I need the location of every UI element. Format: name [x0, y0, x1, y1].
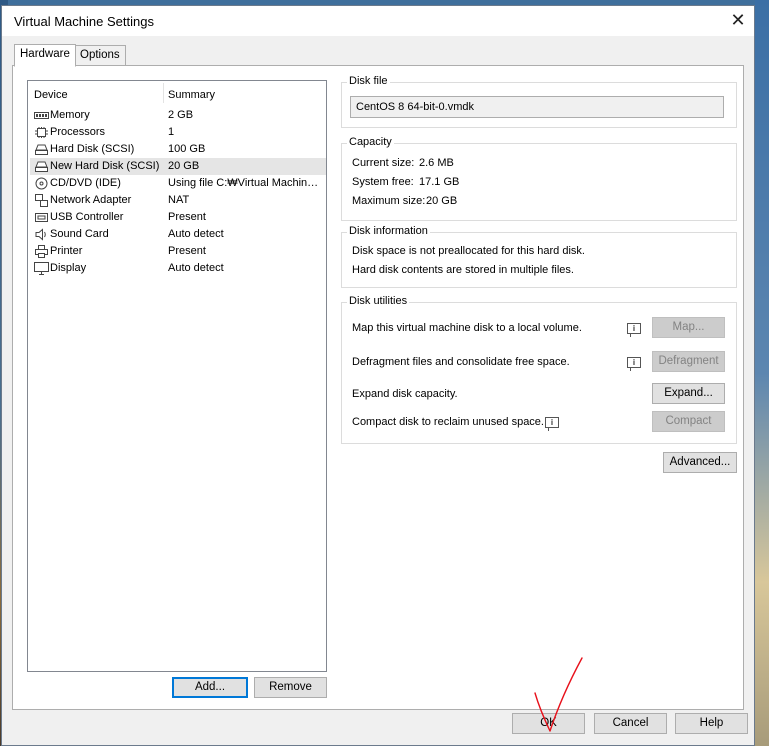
disk-file-group: Disk file CentOS 8 64-bit-0.vmdk	[341, 75, 737, 128]
device-summary: 1	[168, 126, 175, 138]
device-row-printer[interactable]: Printer Present	[30, 243, 326, 260]
ok-button[interactable]: OK	[512, 713, 585, 734]
device-summary: 100 GB	[168, 143, 206, 155]
hard-disk-icon	[35, 161, 48, 172]
device-name: New Hard Disk (SCSI)	[50, 160, 160, 172]
map-description: Map this virtual machine disk to a local…	[352, 322, 582, 334]
usb-icon	[35, 213, 48, 222]
device-name: Display	[50, 262, 87, 274]
device-summary: 2 GB	[168, 109, 194, 121]
capacity-title: Capacity	[347, 136, 394, 148]
info-icon[interactable]: i	[627, 323, 641, 337]
disk-file-title: Disk file	[347, 75, 390, 87]
disk-utilities-title: Disk utilities	[347, 295, 410, 307]
column-divider[interactable]	[163, 83, 164, 103]
maximum-size-value: 20 GB	[426, 195, 458, 207]
device-summary: NAT	[168, 194, 190, 206]
device-name: Processors	[50, 126, 106, 138]
system-free-label: System free:	[352, 176, 414, 188]
device-name: USB Controller	[50, 211, 124, 223]
device-name: CD/DVD (IDE)	[50, 177, 121, 189]
compact-button[interactable]: Compact	[652, 411, 725, 432]
device-row-cd-dvd[interactable]: CD/DVD (IDE) Using file C:₩Virtual Machi…	[30, 175, 326, 192]
network-adapter-icon	[35, 194, 48, 207]
hard-disk-icon	[35, 144, 48, 155]
disk-information-title: Disk information	[347, 225, 430, 237]
speaker-icon	[35, 228, 46, 241]
compact-description: Compact disk to reclaim unused space.	[352, 416, 544, 428]
device-summary: Using file C:₩Virtual Machin…	[168, 177, 319, 189]
device-row-new-hard-disk[interactable]: New Hard Disk (SCSI) 20 GB	[30, 158, 326, 175]
advanced-button[interactable]: Advanced...	[663, 452, 737, 473]
disk-utilities-group: Disk utilities Map this virtual machine …	[341, 295, 737, 444]
device-row-memory[interactable]: Memory 2 GB	[30, 107, 326, 124]
cancel-button[interactable]: Cancel	[594, 713, 667, 734]
info-icon[interactable]: i	[627, 357, 641, 371]
disk-info-line-2: Hard disk contents are stored in multipl…	[352, 264, 574, 276]
device-row-display[interactable]: Display Auto detect	[30, 260, 326, 277]
memory-icon	[34, 112, 49, 119]
desktop-background-right	[755, 0, 769, 746]
disk-file-path-field[interactable]: CentOS 8 64-bit-0.vmdk	[350, 96, 724, 118]
device-name: Network Adapter	[50, 194, 132, 206]
close-icon[interactable]: ✕	[726, 10, 750, 32]
device-column-header[interactable]: Device	[34, 89, 68, 101]
defragment-description: Defragment files and consolidate free sp…	[352, 356, 570, 368]
device-row-processors[interactable]: Processors 1	[30, 124, 326, 141]
device-name: Sound Card	[50, 228, 109, 240]
device-summary: Present	[168, 245, 206, 257]
settings-dialog: Virtual Machine Settings ✕ Hardware Opti…	[1, 5, 755, 746]
defragment-button[interactable]: Defragment	[652, 351, 725, 372]
capacity-group: Capacity Current size: 2.6 MB System fre…	[341, 136, 737, 221]
disk-information-group: Disk information Disk space is not preal…	[341, 225, 737, 288]
printer-icon	[35, 245, 48, 258]
device-row-hard-disk[interactable]: Hard Disk (SCSI) 100 GB	[30, 141, 326, 158]
expand-description: Expand disk capacity.	[352, 388, 458, 400]
disk-info-line-1: Disk space is not preallocated for this …	[352, 245, 585, 257]
map-button[interactable]: Map...	[652, 317, 725, 338]
device-name: Hard Disk (SCSI)	[50, 143, 135, 155]
monitor-icon	[34, 262, 49, 275]
device-list[interactable]: Device Summary Memory 2 GB Processors 1 …	[27, 80, 327, 672]
current-size-label: Current size:	[352, 157, 415, 169]
system-free-value: 17.1 GB	[419, 176, 460, 188]
device-summary: 20 GB	[168, 160, 200, 172]
maximum-size-label: Maximum size:	[352, 195, 426, 207]
current-size-value: 2.6 MB	[419, 157, 454, 169]
device-row-sound-card[interactable]: Sound Card Auto detect	[30, 226, 326, 243]
window-title: Virtual Machine Settings	[14, 14, 154, 29]
device-name: Memory	[50, 109, 90, 121]
expand-button[interactable]: Expand...	[652, 383, 725, 404]
tab-hardware[interactable]: Hardware	[14, 44, 76, 67]
device-summary: Auto detect	[168, 228, 224, 240]
tab-options[interactable]: Options	[74, 45, 126, 66]
add-device-button[interactable]: Add...	[172, 677, 248, 698]
help-button[interactable]: Help	[675, 713, 748, 734]
remove-device-button[interactable]: Remove	[254, 677, 327, 698]
summary-column-header[interactable]: Summary	[168, 89, 215, 101]
hardware-panel: Device Summary Memory 2 GB Processors 1 …	[12, 65, 744, 710]
device-summary: Auto detect	[168, 262, 224, 274]
device-row-usb-controller[interactable]: USB Controller Present	[30, 209, 326, 226]
device-summary: Present	[168, 211, 206, 223]
device-name: Printer	[50, 245, 83, 257]
device-row-network-adapter[interactable]: Network Adapter NAT	[30, 192, 326, 209]
cd-dvd-icon	[35, 177, 48, 190]
title-bar: Virtual Machine Settings ✕	[2, 6, 754, 36]
processor-icon	[35, 127, 48, 138]
info-icon[interactable]: i	[545, 417, 559, 431]
